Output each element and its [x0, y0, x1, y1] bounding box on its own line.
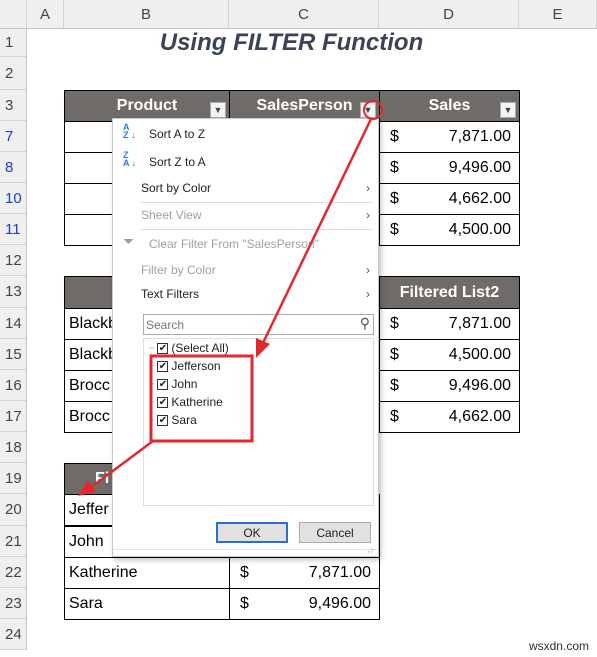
arrowhead [256, 338, 270, 358]
annotation-arrow [260, 118, 373, 346]
watermark: wsxdn.com [528, 639, 589, 653]
annotation-circle [363, 100, 383, 120]
arrowhead [78, 480, 96, 496]
annotation-arrow [89, 439, 154, 490]
annotation-box [149, 354, 254, 443]
annotation-overlay [78, 100, 383, 496]
